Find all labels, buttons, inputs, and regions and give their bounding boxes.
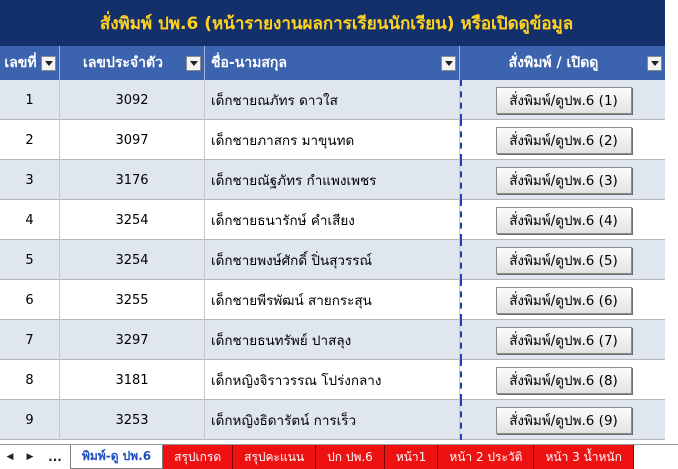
table-row: 2 3097 เด็กชายภาสกร มาขุนทด สั่งพิมพ์/ดูปพ.… [0, 120, 665, 160]
sheet-tab[interactable]: สรุปเกรด [163, 445, 234, 469]
filter-dropdown-icon[interactable] [186, 55, 201, 71]
student-name: เด็กชายธนทรัพย์ ปาสลุง [205, 320, 460, 360]
row-number: 3 [0, 160, 60, 200]
row-number: 7 [0, 320, 60, 360]
action-cell: สั่งพิมพ์/ดูปพ.6 (7) [460, 320, 665, 360]
student-name: เด็กชายธนารักษ์ คำเสียง [205, 200, 460, 240]
sheet-tab[interactable]: หน้า 2 ประวัติ [438, 445, 535, 469]
student-name: เด็กชายณภัทร ดาวใส [205, 80, 460, 120]
student-name: เด็กชายณัฐภัทร กำแพงเพชร [205, 160, 460, 200]
filter-dropdown-icon[interactable] [41, 55, 56, 71]
print-view-button[interactable]: สั่งพิมพ์/ดูปพ.6 (7) [495, 326, 632, 354]
print-view-button[interactable]: สั่งพิมพ์/ดูปพ.6 (2) [495, 126, 632, 154]
row-number: 2 [0, 120, 60, 160]
column-header-no: เลขที่ [0, 46, 60, 80]
print-view-button[interactable]: สั่งพิมพ์/ดูปพ.6 (8) [495, 366, 632, 394]
print-view-button[interactable]: สั่งพิมพ์/ดูปพ.6 (1) [495, 86, 632, 114]
sheet-tab-bar: ◀ ▶ ... พิมพ์-ดู ปพ.6 สรุปเกรด สรุปคะแนน ปก… [0, 444, 678, 469]
filter-dropdown-icon[interactable] [441, 55, 456, 71]
sheet-prev-icon[interactable]: ◀ [0, 445, 20, 469]
student-id: 3176 [60, 160, 205, 200]
column-header-no-label: เลขที่ [4, 55, 37, 71]
row-number: 8 [0, 360, 60, 400]
sheet-next-icon[interactable]: ▶ [20, 445, 40, 469]
column-header-student-id: เลขประจำตัว [60, 46, 205, 80]
student-id: 3254 [60, 200, 205, 240]
print-view-button[interactable]: สั่งพิมพ์/ดูปพ.6 (9) [495, 406, 632, 434]
student-name: เด็กชายพงษ์ศักดิ์ ปิ่นสุวรรณ์ [205, 240, 460, 280]
student-id: 3255 [60, 280, 205, 320]
column-header-name: ชื่อ-นามสกุล [205, 46, 460, 80]
table-row: 9 3253 เด็กหญิงธิดารัตน์ การเร็ว สั่งพิมพ์/… [0, 400, 665, 440]
sheet-tab[interactable]: หน้า 3 น้ำหนัก [534, 445, 634, 469]
filter-dropdown-icon[interactable] [647, 55, 662, 71]
action-cell: สั่งพิมพ์/ดูปพ.6 (2) [460, 120, 665, 160]
action-cell: สั่งพิมพ์/ดูปพ.6 (6) [460, 280, 665, 320]
action-cell: สั่งพิมพ์/ดูปพ.6 (3) [460, 160, 665, 200]
action-cell: สั่งพิมพ์/ดูปพ.6 (9) [460, 400, 665, 440]
row-number: 4 [0, 200, 60, 240]
table-row: 1 3092 เด็กชายณภัทร ดาวใส สั่งพิมพ์/ดูปพ.6 … [0, 80, 665, 120]
row-number: 6 [0, 280, 60, 320]
table-row: 6 3255 เด็กชายพีรพัฒน์ สายกระสุน สั่งพิมพ์/… [0, 280, 665, 320]
sheet-tab[interactable]: หน้า1 [384, 445, 439, 469]
action-cell: สั่งพิมพ์/ดูปพ.6 (5) [460, 240, 665, 280]
student-id: 3092 [60, 80, 205, 120]
student-name: เด็กหญิงจิราวรรณ โปร่งกลาง [205, 360, 460, 400]
table-row: 7 3297 เด็กชายธนทรัพย์ ปาสลุง สั่งพิมพ์/ดูป… [0, 320, 665, 360]
page-title: สั่งพิมพ์ ปพ.6 (หน้ารายงานผลการเรียนนักเ… [99, 13, 574, 34]
print-view-button[interactable]: สั่งพิมพ์/ดูปพ.6 (3) [495, 166, 632, 194]
print-view-button[interactable]: สั่งพิมพ์/ดูปพ.6 (5) [495, 246, 632, 274]
print-view-button[interactable]: สั่งพิมพ์/ดูปพ.6 (6) [495, 286, 632, 314]
column-header-student-id-label: เลขประจำตัว [83, 55, 163, 71]
table-row: 5 3254 เด็กชายพงษ์ศักดิ์ ปิ่นสุวรรณ์ สั่งพิ… [0, 240, 665, 280]
student-id: 3254 [60, 240, 205, 280]
row-number: 1 [0, 80, 60, 120]
action-cell: สั่งพิมพ์/ดูปพ.6 (4) [460, 200, 665, 240]
student-id: 3097 [60, 120, 205, 160]
sheet-tab[interactable]: สรุปคะแนน [233, 445, 317, 469]
sheet-more-button[interactable]: ... [40, 445, 70, 469]
table-row: 4 3254 เด็กชายธนารักษ์ คำเสียง สั่งพิมพ์/ดู… [0, 200, 665, 240]
student-id: 3297 [60, 320, 205, 360]
row-number: 9 [0, 400, 60, 440]
student-name: เด็กชายพีรพัฒน์ สายกระสุน [205, 280, 460, 320]
column-header-action-label: สั่งพิมพ์ / เปิดดู [508, 55, 599, 71]
sheet-right-margin [665, 0, 678, 444]
column-header-action: สั่งพิมพ์ / เปิดดู [460, 46, 665, 80]
student-name: เด็กหญิงธิดารัตน์ การเร็ว [205, 400, 460, 440]
table-row: 8 3181 เด็กหญิงจิราวรรณ โปร่งกลาง สั่งพิมพ์… [0, 360, 665, 400]
action-cell: สั่งพิมพ์/ดูปพ.6 (8) [460, 360, 665, 400]
row-number: 5 [0, 240, 60, 280]
student-id: 3253 [60, 400, 205, 440]
print-view-button[interactable]: สั่งพิมพ์/ดูปพ.6 (4) [495, 206, 632, 234]
sheet-tab[interactable]: พิมพ์-ดู ปพ.6 [70, 445, 164, 469]
sheet-tab[interactable]: ปก ปพ.6 [316, 445, 385, 469]
student-name: เด็กชายภาสกร มาขุนทด [205, 120, 460, 160]
table-row: 3 3176 เด็กชายณัฐภัทร กำแพงเพชร สั่งพิมพ์/ด… [0, 160, 665, 200]
student-id: 3181 [60, 360, 205, 400]
sheet-tabs: พิมพ์-ดู ปพ.6 สรุปเกรด สรุปคะแนน ปก ปพ.6 หน้… [70, 445, 634, 469]
action-cell: สั่งพิมพ์/ดูปพ.6 (1) [460, 80, 665, 120]
column-header-name-label: ชื่อ-นามสกุล [211, 55, 287, 71]
report-title-bar: สั่งพิมพ์ ปพ.6 (หน้ารายงานผลการเรียนนักเ… [0, 0, 665, 46]
